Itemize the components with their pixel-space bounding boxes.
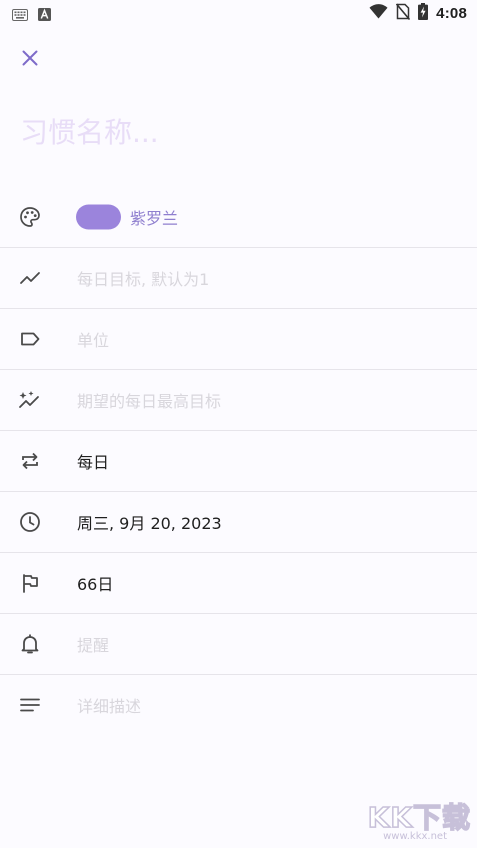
notes-icon bbox=[18, 693, 42, 717]
frequency-value[interactable]: 每日 bbox=[77, 449, 109, 473]
battery-charging-icon bbox=[418, 3, 429, 24]
bell-icon bbox=[18, 632, 42, 656]
start-date-row[interactable]: 周三, 9月 20, 2023 bbox=[0, 492, 477, 553]
label-icon bbox=[18, 327, 42, 351]
daily-goal-row[interactable]: 每日目标, 默认为1 bbox=[0, 248, 477, 309]
habit-form: 紫罗兰 每日目标, 默认为1 单位 期望的每日最高目标 每日 周三, 9月 20… bbox=[0, 187, 477, 735]
max-goal-row[interactable]: 期望的每日最高目标 bbox=[0, 370, 477, 431]
palette-icon bbox=[18, 205, 42, 229]
keyboard-icon bbox=[12, 6, 28, 25]
auto-graph-icon bbox=[18, 388, 42, 412]
frequency-row[interactable]: 每日 bbox=[0, 431, 477, 492]
duration-row[interactable]: 66日 bbox=[0, 553, 477, 614]
status-bar: 4:08 bbox=[0, 0, 477, 26]
max-goal-field[interactable]: 期望的每日最高目标 bbox=[77, 388, 221, 412]
watermark: KK下载 www.kkx.net bbox=[361, 796, 473, 844]
close-button[interactable] bbox=[18, 48, 42, 72]
status-left-icons bbox=[12, 6, 51, 25]
unit-row[interactable]: 单位 bbox=[0, 309, 477, 370]
reminder-row[interactable]: 提醒 bbox=[0, 614, 477, 675]
a-notification-icon bbox=[38, 6, 51, 25]
description-field[interactable]: 详细描述 bbox=[77, 693, 141, 717]
unit-field[interactable]: 单位 bbox=[77, 327, 109, 351]
clock-icon bbox=[18, 510, 42, 534]
color-label: 紫罗兰 bbox=[130, 209, 179, 228]
flag-icon bbox=[18, 571, 42, 595]
start-date-value[interactable]: 周三, 9月 20, 2023 bbox=[77, 510, 222, 534]
status-time: 4:08 bbox=[436, 5, 467, 22]
no-sim-icon bbox=[396, 3, 411, 24]
daily-goal-field[interactable]: 每日目标, 默认为1 bbox=[77, 266, 209, 290]
duration-value[interactable]: 66日 bbox=[77, 571, 113, 595]
color-row[interactable]: 紫罗兰 bbox=[0, 187, 477, 248]
close-icon bbox=[22, 50, 38, 70]
watermark-url: www.kkx.net bbox=[383, 831, 447, 842]
color-swatch[interactable] bbox=[76, 204, 121, 230]
reminder-field[interactable]: 提醒 bbox=[77, 632, 109, 656]
habit-name-input[interactable] bbox=[20, 108, 460, 156]
description-row[interactable]: 详细描述 bbox=[0, 675, 477, 735]
wifi-icon bbox=[369, 4, 388, 23]
repeat-icon bbox=[18, 449, 42, 473]
watermark-logo: KK下载 bbox=[367, 800, 471, 835]
status-right-icons: 4:08 bbox=[369, 3, 467, 24]
trending-icon bbox=[18, 266, 42, 290]
